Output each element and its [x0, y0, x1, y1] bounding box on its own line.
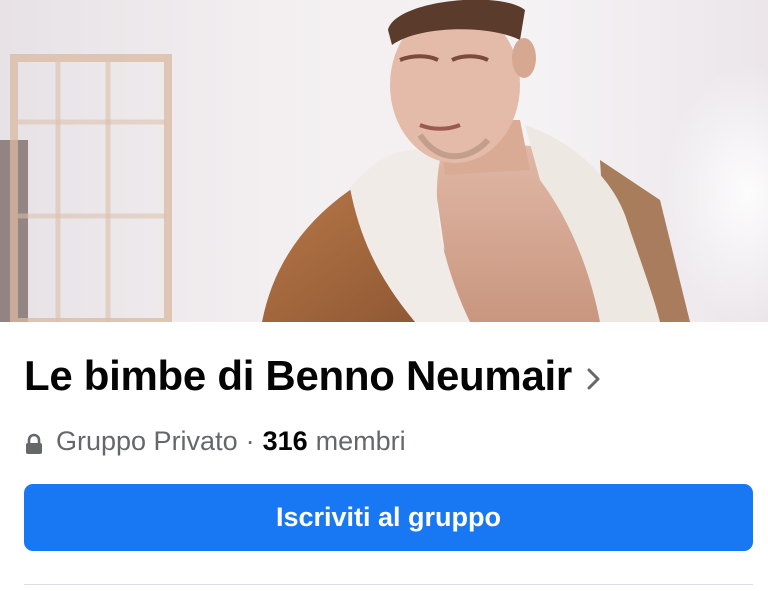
lock-icon	[24, 431, 44, 454]
group-title-link[interactable]: Le bimbe di Benno Neumair	[24, 352, 602, 400]
group-cover-photo[interactable]	[0, 0, 768, 322]
group-meta: Gruppo Privato · 316 membri	[24, 426, 406, 457]
cover-image	[0, 0, 768, 322]
members-label: membri	[315, 426, 406, 456]
chevron-right-icon[interactable]	[586, 367, 602, 391]
group-info-section: Le bimbe di Benno Neumair Gruppo Privato…	[0, 322, 768, 591]
join-group-button[interactable]: Iscriviti al gruppo	[24, 484, 753, 551]
meta-separator: ·	[245, 426, 255, 456]
member-count: 316	[262, 426, 308, 456]
group-title[interactable]: Le bimbe di Benno Neumair	[24, 352, 572, 400]
divider	[24, 584, 753, 585]
privacy-label: Gruppo Privato	[56, 426, 238, 456]
